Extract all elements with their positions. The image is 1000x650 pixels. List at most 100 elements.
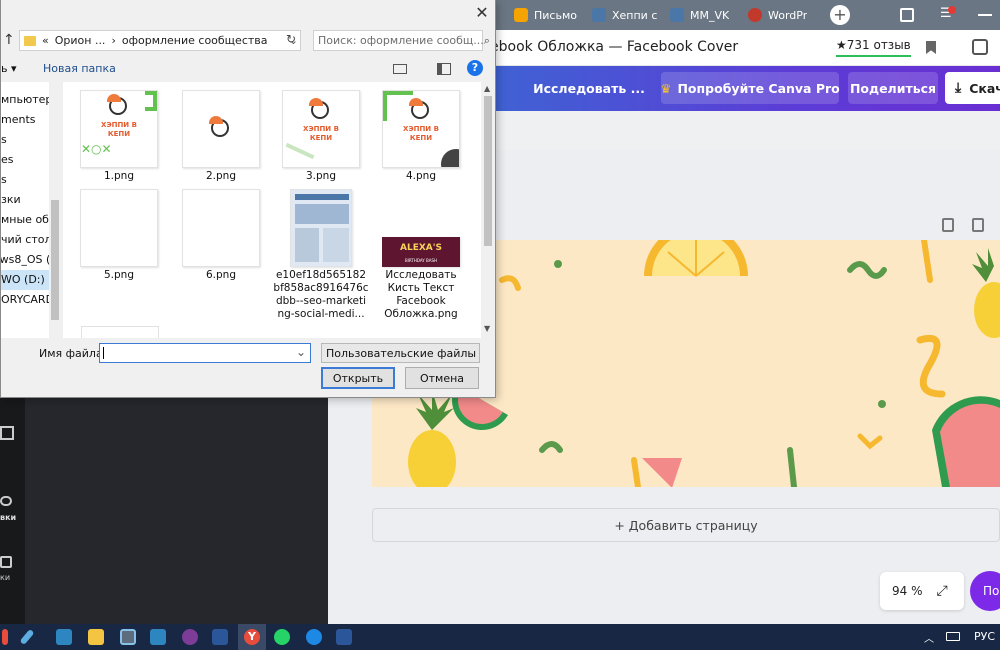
monitor-icon[interactable] <box>56 629 72 645</box>
dialog-toolbar: ь ▾ Новая папка ? <box>1 58 495 80</box>
share-button[interactable]: Поделиться <box>848 72 938 104</box>
chevron-up-icon[interactable]: ︿ <box>924 630 934 645</box>
store-icon[interactable] <box>150 629 166 645</box>
try-pro-button[interactable]: ♛ Попробуйте Canva Pro <box>660 72 840 104</box>
new-folder-button[interactable]: Новая папка <box>43 62 116 75</box>
canva-header: Исследовать ... ♛ Попробуйте Canva Pro П… <box>484 66 1000 111</box>
folder-icon[interactable] <box>88 629 104 645</box>
page-title: ebook Обложка — Facebook Cover <box>490 39 739 55</box>
canva-side-panel <box>25 398 328 624</box>
edge-icon[interactable] <box>306 629 322 645</box>
minimize-icon[interactable] <box>978 14 992 16</box>
expand-icon[interactable]: ⤢ <box>937 583 948 599</box>
thumbnail-logo-text: ХЭППИ В КЕПИ <box>282 90 360 168</box>
canva-left-rail: вки ки <box>0 398 25 624</box>
up-arrow-icon[interactable]: ↑ <box>3 32 15 48</box>
address-bar[interactable]: « Орион ... › оформление сообщества ⌄ <box>19 30 301 51</box>
notification-dot-icon <box>948 6 956 14</box>
viber-icon[interactable] <box>182 629 198 645</box>
close-icon[interactable]: ✕ <box>471 2 493 24</box>
vk-icon <box>670 8 684 22</box>
file-name: 6.png <box>205 269 236 281</box>
file-item-facebook-cover[interactable]: ALEXA'S BIRTHDAY BASH Исследовать Кисть … <box>373 189 469 321</box>
file-name: 3.png <box>305 170 336 182</box>
tab-label: MM_VK <box>690 8 730 22</box>
filename-input[interactable]: ⌄ <box>99 343 311 363</box>
breadcrumb-current[interactable]: оформление сообщества <box>122 34 268 47</box>
file-name: 1.png <box>103 170 134 182</box>
control-panel-icon[interactable] <box>120 629 136 645</box>
extensions-icon[interactable] <box>972 39 988 55</box>
organize-button[interactable]: ь ▾ <box>1 62 17 75</box>
rail-label-folders: ки <box>0 573 11 582</box>
search-input[interactable]: Поиск: оформление сообщ... ⌕ <box>313 30 490 51</box>
grid-icon[interactable] <box>0 426 14 440</box>
edit-icon[interactable] <box>19 628 35 646</box>
file-item-seo-screenshot[interactable]: e10ef18d565182bf858ac8916476cdbb--seo-ma… <box>273 189 369 321</box>
whatsapp-icon[interactable] <box>274 629 290 645</box>
breadcrumb-overflow[interactable]: « <box>42 34 49 47</box>
add-page-button[interactable]: + Добавить страницу <box>372 508 1000 542</box>
explore-button[interactable]: Исследовать ... <box>533 72 645 104</box>
refresh-icon[interactable]: ↻ <box>286 32 296 46</box>
filename-label: Имя файла: <box>39 347 107 360</box>
bookmark-icon[interactable] <box>926 41 936 54</box>
mail-icon <box>514 8 528 22</box>
thumbnail-logo-green: ХЭППИ В КЕПИ ✕○✕ <box>80 90 158 168</box>
view-options-icon[interactable] <box>393 64 407 74</box>
file-grid-scrollbar[interactable]: ▲ ▼ <box>481 82 495 338</box>
thumbnail-screenshot <box>290 189 352 267</box>
reviews-badge[interactable]: ★731 отзыв <box>836 38 911 57</box>
file-item-6[interactable]: 6.png <box>173 189 269 282</box>
file-item-4[interactable]: ХЭППИ В КЕПИ 4.png <box>373 90 469 183</box>
file-name: e10ef18d565182bf858ac8916476cdbb--seo-ma… <box>273 269 369 320</box>
keyboard-icon[interactable] <box>946 632 960 641</box>
thumbnail-blank <box>80 189 158 267</box>
duplicate-icon[interactable] <box>972 218 984 232</box>
tab-label: WordPr <box>768 8 808 22</box>
download-icon: ⤓ <box>955 80 962 96</box>
file-item-1[interactable]: ХЭППИ В КЕПИ ✕○✕ 1.png <box>71 90 167 183</box>
collections-icon[interactable] <box>900 8 914 22</box>
breadcrumb-separator: › <box>111 34 116 47</box>
thumbnail-blank <box>182 189 260 267</box>
cloud-icon[interactable] <box>0 496 12 506</box>
download-button[interactable]: ⤓ Скач <box>945 72 1000 104</box>
folder-icon[interactable] <box>0 556 12 568</box>
nav-scrollbar[interactable] <box>49 82 61 338</box>
help-icon[interactable]: ? <box>467 60 483 76</box>
chevron-down-icon[interactable]: ⌄ <box>296 345 306 359</box>
file-name: 5.png <box>103 269 134 281</box>
crown-icon: ♛ <box>660 80 672 96</box>
app-icon[interactable] <box>336 629 352 645</box>
language-indicator[interactable]: РУС <box>974 630 995 643</box>
windows-taskbar: Y ︿ РУС <box>0 624 1000 650</box>
file-item-5[interactable]: 5.png <box>71 189 167 282</box>
yandex-icon[interactable]: Y <box>244 629 260 645</box>
zoom-control[interactable]: 94 % ⤢ <box>880 572 964 610</box>
open-button[interactable]: Открыть <box>321 367 395 389</box>
browser-tab-wordpress[interactable]: WordPr <box>748 4 807 26</box>
tab-label: Письмо <box>534 8 577 22</box>
browser-tab-vk-happy[interactable]: Хеппи с <box>592 4 657 26</box>
file-name: 4.png <box>405 170 436 182</box>
search-icon: ⌕ <box>483 33 490 47</box>
word-icon[interactable] <box>212 629 228 645</box>
browser-tab-vk-mm[interactable]: MM_VK <box>670 4 729 26</box>
cancel-button[interactable]: Отмена <box>405 367 479 389</box>
pin-icon[interactable] <box>2 629 8 645</box>
note-icon[interactable] <box>942 218 954 232</box>
preview-pane-icon[interactable] <box>437 63 451 75</box>
filetype-select[interactable]: Пользовательские файлы (*.h ⌄ <box>321 343 480 363</box>
folder-icon <box>24 35 36 46</box>
new-tab-icon[interactable]: + <box>830 5 850 25</box>
file-name: 2.png <box>205 170 236 182</box>
breadcrumb-orion[interactable]: Орион ... <box>55 34 106 47</box>
thumbnail-logo-corner: ХЭППИ В КЕПИ <box>382 90 460 168</box>
file-item-3[interactable]: ХЭППИ В КЕПИ 3.png <box>273 90 369 183</box>
search-placeholder: Поиск: оформление сообщ... <box>318 34 484 47</box>
file-item-2[interactable]: 2.png <box>173 90 269 183</box>
browser-tab-mail[interactable]: Письмо <box>514 4 577 26</box>
filetype-value: Пользовательские файлы (*.h <box>326 346 479 360</box>
file-item-partial[interactable] <box>81 326 159 338</box>
